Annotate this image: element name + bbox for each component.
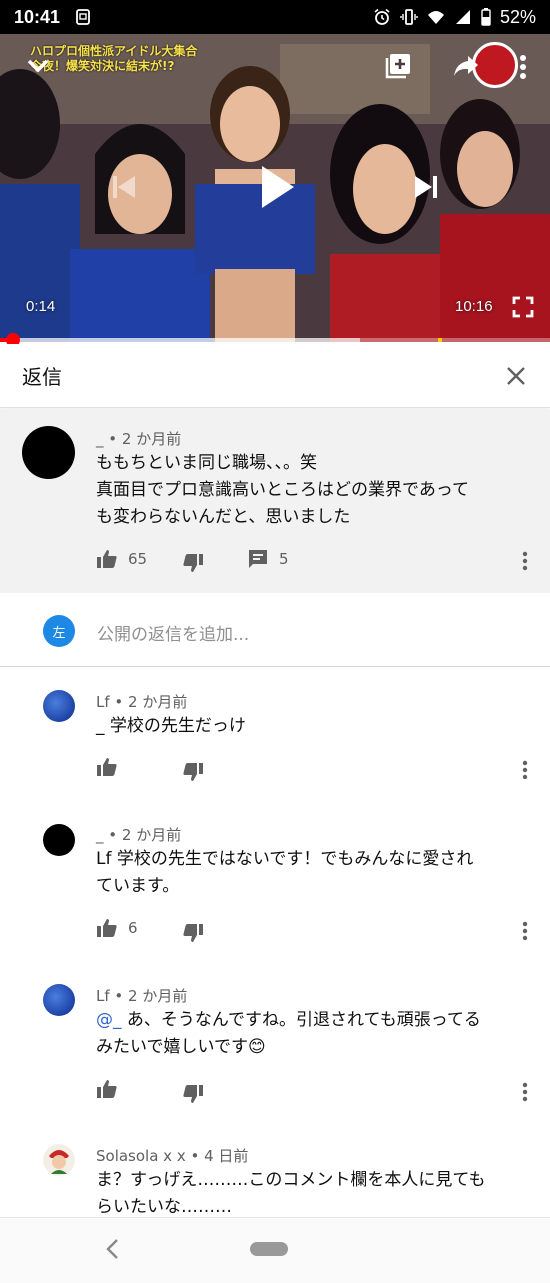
avatar[interactable]	[43, 824, 75, 856]
add-reply-input[interactable]: 公開の返信を追加...	[97, 620, 249, 645]
mention-link[interactable]: @_	[96, 1010, 122, 1030]
comment-icon	[249, 550, 267, 568]
add-reply-row[interactable]	[0, 595, 550, 667]
alarm-icon	[374, 8, 390, 25]
back-icon[interactable]	[103, 1237, 123, 1261]
video-player[interactable]: ハロプロ個性派アイドル大集合 今夜！爆笑対決に結末が!? 0:14 10:16	[0, 34, 550, 342]
comment-text: ま？すっげえ………このコメント欄を本人に見ても らいたいな………	[96, 1170, 486, 1217]
comment-text: @_ あ、そうなんですね。引退されても頑張ってる みたいで嬉しいです😊	[96, 1010, 481, 1057]
comment-author[interactable]: _	[96, 826, 104, 844]
comment-text: ももちといま同じ職場、、。笑 真面目でプロ意識高いところはどの業界であって も変…	[96, 453, 469, 527]
parent-comment: _ • 2 か月前 ももちといま同じ職場、、。笑 真面目でプロ意識高いところはど…	[0, 409, 550, 593]
replies-title: 返信	[22, 365, 62, 389]
status-bar: 10:41 52%	[0, 0, 550, 34]
share-icon[interactable]	[452, 54, 480, 80]
wifi-icon	[427, 11, 444, 24]
avatar[interactable]	[43, 690, 75, 722]
ad-marker	[438, 338, 442, 342]
duration: 10:16	[455, 298, 493, 315]
video-caption: ハロプロ個性派アイドル大集合 今夜！爆笑対決に結末が!?	[30, 44, 198, 73]
like-count: 65	[128, 550, 148, 568]
comment-time: 4 日前	[204, 1147, 249, 1165]
thumb-down-icon[interactable]	[182, 552, 204, 574]
home-pill[interactable]	[250, 1242, 288, 1256]
thumb-up-icon[interactable]	[96, 756, 118, 778]
fullscreen-icon[interactable]	[512, 296, 534, 318]
avatar[interactable]	[22, 426, 75, 479]
thumb-up-icon	[97, 550, 117, 568]
add-to-playlist-icon[interactable]	[384, 52, 412, 80]
thumb-down-icon[interactable]	[182, 922, 204, 944]
screenshot-icon	[76, 9, 90, 25]
thumb-up-icon[interactable]	[96, 1078, 118, 1100]
reply-count: 5	[279, 550, 289, 568]
comment-time: 2 か月前	[128, 987, 188, 1005]
buffered-bar	[0, 338, 360, 342]
vibrate-icon	[400, 9, 418, 25]
like-button[interactable]: 6	[96, 917, 138, 939]
close-icon[interactable]	[504, 364, 528, 388]
comment-author[interactable]: Solasola x x	[96, 1147, 186, 1165]
comment-text: _ 学校の先生だっけ	[96, 716, 246, 736]
battery-icon	[481, 8, 491, 26]
like-button[interactable]: 65	[96, 548, 147, 570]
thumb-down-icon[interactable]	[182, 761, 204, 783]
more-vert-icon[interactable]	[522, 760, 528, 780]
battery-percent: 52%	[499, 6, 536, 27]
comment-author[interactable]: _	[96, 430, 104, 448]
self-avatar: 左	[43, 615, 75, 647]
more-vert-icon[interactable]	[522, 921, 528, 941]
like-count: 6	[128, 919, 138, 937]
comment-time: 2 か月前	[128, 693, 188, 711]
reply-count-button[interactable]: 5	[247, 548, 289, 570]
minimize-chevron-icon[interactable]	[24, 52, 52, 80]
avatar[interactable]	[43, 1144, 75, 1176]
comment-text: Lf 学校の先生ではないです！でもみんなに愛され ています。	[96, 849, 474, 896]
comment-time: 2 か月前	[121, 430, 182, 448]
avatar[interactable]	[43, 984, 75, 1016]
comment-meta: _ • 2 か月前	[96, 430, 182, 448]
more-vert-icon[interactable]	[522, 1082, 528, 1102]
more-vert-icon[interactable]	[522, 551, 528, 571]
status-time: 10:41	[14, 6, 61, 27]
more-vert-icon[interactable]	[518, 54, 528, 80]
comment-author[interactable]: Lf	[96, 693, 110, 711]
signal-icon	[455, 10, 470, 24]
thumb-down-icon[interactable]	[182, 1083, 204, 1105]
comment-author[interactable]: Lf	[96, 987, 110, 1005]
previous-icon[interactable]	[110, 173, 138, 201]
replies-header: 返信	[0, 344, 550, 408]
current-time: 0:14	[26, 298, 56, 315]
progress-bar[interactable]	[0, 338, 550, 342]
thumb-up-icon	[97, 919, 117, 937]
play-icon[interactable]	[260, 164, 296, 210]
next-icon[interactable]	[412, 173, 440, 201]
comment-time: 2 か月前	[121, 826, 182, 844]
